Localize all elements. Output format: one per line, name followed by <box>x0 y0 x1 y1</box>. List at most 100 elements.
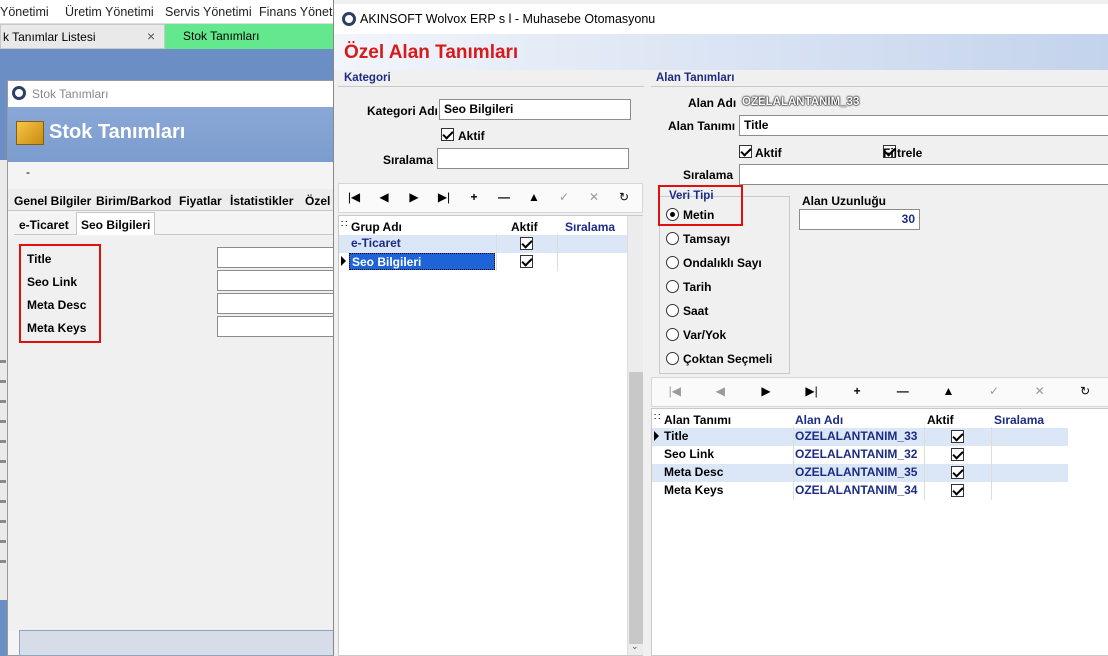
last-icon[interactable]: ▶| <box>432 190 456 204</box>
table-row[interactable]: Seo Bilgileri <box>339 253 627 271</box>
veri-tipi-option[interactable]: Tarih <box>666 280 711 294</box>
veri-tipi-option[interactable]: Var/Yok <box>666 328 726 342</box>
radio-icon[interactable] <box>666 328 679 341</box>
prev-icon[interactable]: ◀ <box>708 384 732 398</box>
prev-icon[interactable]: ◀ <box>372 190 396 204</box>
divider <box>338 86 644 87</box>
col-aktif[interactable]: Aktif <box>927 413 954 427</box>
meta-desc-input[interactable] <box>217 293 338 314</box>
kategori-section-title: Kategori <box>344 72 391 84</box>
delete-icon[interactable]: — <box>492 190 516 204</box>
cell-aktif-checkbox[interactable] <box>951 430 964 443</box>
col-alan-tanimi[interactable]: Alan Tanımı <box>664 413 731 427</box>
radio-icon[interactable] <box>666 256 679 269</box>
tab-fiyatlar[interactable]: Fiyatlar <box>179 194 222 208</box>
col-siralama[interactable]: Sıralama <box>565 220 615 234</box>
cell-aktif-checkbox[interactable] <box>520 237 533 250</box>
tab-label: k Tanımlar Listesi <box>3 30 96 44</box>
radio-icon[interactable] <box>666 304 679 317</box>
cell-alan-tanimi: Meta Desc <box>664 465 724 479</box>
alan-uzunlugu-input[interactable]: 30 <box>799 209 920 230</box>
divider <box>651 86 1108 87</box>
veri-tipi-option[interactable]: Çoktan Seçmeli <box>666 352 772 366</box>
scrollbar-thumb[interactable] <box>629 372 643 644</box>
radio-icon[interactable] <box>666 208 679 221</box>
menu-item-uretim[interactable]: Üretim Yönetimi <box>65 5 154 19</box>
table-row[interactable]: Title OZELALANTANIM_33 <box>652 428 1068 446</box>
menu-item-partial[interactable]: Yönetimi <box>0 5 49 19</box>
refresh-icon[interactable]: ↻ <box>612 190 636 204</box>
meta-keys-input[interactable] <box>217 316 338 337</box>
first-icon[interactable]: |◀ <box>663 384 687 398</box>
tab-genel-bilgiler[interactable]: Genel Bilgiler <box>14 194 91 208</box>
next-icon[interactable]: ▶ <box>402 190 426 204</box>
table-row[interactable]: Seo Link OZELALANTANIM_32 <box>652 446 1068 464</box>
kategori-rows: e-Ticaret Seo Bilgileri <box>339 234 627 272</box>
tab-ozel[interactable]: Özel <box>305 194 330 208</box>
col-aktif[interactable]: Aktif <box>511 220 538 234</box>
header-title: Özel Alan Tanımları <box>344 42 519 63</box>
col-alan-adi[interactable]: Alan Adı <box>795 413 843 427</box>
cancel-icon[interactable]: ✕ <box>1028 384 1052 398</box>
table-row[interactable]: e-Ticaret <box>339 235 627 253</box>
kategori-section: Kategori Kategori Adı Seo Bilgileri Akti… <box>334 72 646 656</box>
up-icon[interactable]: ▲ <box>522 190 546 204</box>
refresh-icon[interactable]: ↻ <box>1073 384 1097 398</box>
add-icon[interactable]: + <box>845 384 869 398</box>
tab-birim-barkod[interactable]: Birim/Barkod <box>96 194 171 208</box>
confirm-icon[interactable]: ✓ <box>552 190 576 204</box>
up-icon[interactable]: ▲ <box>936 384 960 398</box>
veri-tipi-option-label: Metin <box>683 208 715 222</box>
kategori-adi-input[interactable]: Seo Bilgileri <box>439 99 631 120</box>
table-row[interactable]: Meta Keys OZELALANTANIM_34 <box>652 482 1068 500</box>
close-icon[interactable]: × <box>147 28 155 44</box>
veri-tipi-option[interactable]: Metin <box>666 208 714 222</box>
veri-tipi-option[interactable]: Tamsayı <box>666 232 730 246</box>
grid-menu-icon[interactable]: ∷ <box>341 219 347 230</box>
subtab-e-ticaret[interactable]: e-Ticaret <box>19 218 69 232</box>
confirm-icon[interactable]: ✓ <box>982 384 1006 398</box>
dash-text: - <box>26 165 30 179</box>
last-icon[interactable]: ▶| <box>800 384 824 398</box>
col-grup-adi[interactable]: Grup Adı <box>351 220 402 234</box>
tab-istatistikler[interactable]: İstatistikler <box>230 194 293 208</box>
veri-tipi-option[interactable]: Ondalıklı Sayı <box>666 256 762 270</box>
radio-icon[interactable] <box>666 280 679 293</box>
cancel-icon[interactable]: ✕ <box>582 190 606 204</box>
seo-link-input[interactable] <box>217 270 338 291</box>
alan-siralama-input[interactable] <box>739 164 1108 185</box>
table-row[interactable]: Meta Desc OZELALANTANIM_35 <box>652 464 1068 482</box>
cell-aktif-checkbox[interactable] <box>951 448 964 461</box>
alan-rows: Title OZELALANTANIM_33 Seo Link OZELALANTAN… <box>652 427 1068 501</box>
window-header: Stok Tanımları <box>8 107 336 162</box>
alan-aktif-checkbox[interactable] <box>739 145 752 158</box>
radio-icon[interactable] <box>666 352 679 365</box>
cell-aktif-checkbox[interactable] <box>951 484 964 497</box>
alan-toolbar: |◀ ◀ ▶ ▶| + — ▲ ✓ ✕ ↻ <box>651 377 1108 407</box>
menu-item-servis[interactable]: Servis Yönetimi <box>165 5 252 19</box>
grid-menu-icon[interactable]: ∷ <box>654 412 660 423</box>
col-siralama[interactable]: Sıralama <box>994 413 1044 427</box>
veri-tipi-option[interactable]: Saat <box>666 304 708 318</box>
subtab-seo-bilgileri[interactable]: Seo Bilgileri <box>76 212 156 235</box>
tab-stok-tanimlari[interactable]: Stok Tanımları <box>165 24 340 49</box>
vertical-scrollbar[interactable]: ⌄ <box>627 216 643 655</box>
kategori-siralama-input[interactable] <box>437 148 629 169</box>
radio-icon[interactable] <box>666 232 679 245</box>
menu-item-finans[interactable]: Finans Yöneti <box>259 5 335 19</box>
tab-stok-tanimlar-listesi[interactable]: k Tanımlar Listesi × <box>0 24 165 49</box>
add-icon[interactable]: + <box>462 190 486 204</box>
kategori-aktif-label: Aktif <box>458 129 485 143</box>
next-icon[interactable]: ▶ <box>754 384 778 398</box>
delete-icon[interactable]: — <box>891 384 915 398</box>
first-icon[interactable]: |◀ <box>342 190 366 204</box>
box-icon <box>16 121 44 145</box>
scroll-down-icon[interactable]: ⌄ <box>631 641 639 652</box>
kategori-aktif-checkbox[interactable] <box>441 128 454 141</box>
cell-aktif-checkbox[interactable] <box>520 255 533 268</box>
veri-tipi-option-label: Var/Yok <box>683 328 727 342</box>
alan-tanimi-input[interactable]: Title <box>739 115 1108 136</box>
veri-tipi-option-label: Saat <box>683 304 709 318</box>
cell-aktif-checkbox[interactable] <box>951 466 964 479</box>
title-input[interactable] <box>217 247 338 268</box>
